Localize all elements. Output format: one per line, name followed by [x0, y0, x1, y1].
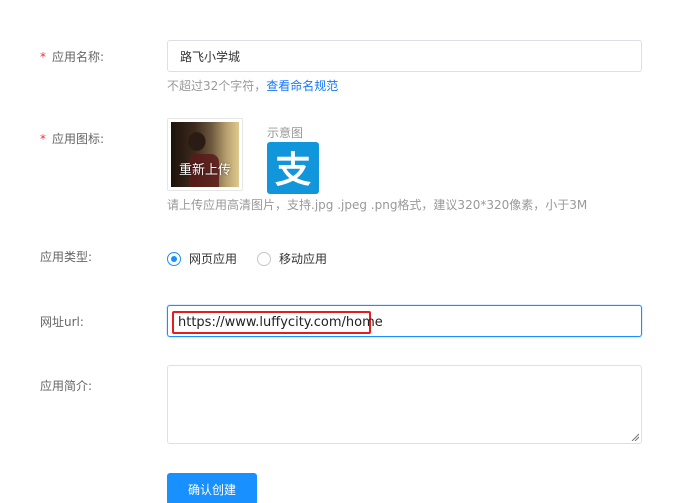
resize-handle-icon[interactable]	[631, 433, 639, 441]
required-mark: *	[40, 50, 46, 64]
url-value: https://www.luffycity.com/home	[178, 315, 383, 330]
app-name-label: * 应用名称:	[40, 50, 105, 64]
required-mark: *	[40, 132, 46, 146]
app-name-input[interactable]: 路飞小学城	[167, 40, 642, 72]
description-label: 应用简介:	[40, 379, 93, 393]
upload-hint: 请上传应用高清图片，支持.jpg .jpeg .png格式，建议320*320像…	[167, 198, 588, 212]
icon-upload[interactable]: 重新上传	[167, 118, 243, 191]
app-type-label: 应用类型:	[40, 250, 93, 264]
radio-dot	[167, 251, 181, 266]
confirm-create-button[interactable]: 确认创建	[167, 473, 257, 503]
radio-mobile-app[interactable]: 移动应用	[257, 250, 327, 267]
alipay-sample-icon: 支	[267, 142, 319, 194]
radio-web-app[interactable]: 网页应用	[167, 250, 237, 267]
naming-rules-link[interactable]: 查看命名规范	[266, 79, 338, 93]
app-name-hint: 不超过32个字符，查看命名规范	[167, 79, 339, 93]
url-value-highlight: https://www.luffycity.com/home	[172, 311, 383, 334]
radio-dot	[257, 251, 271, 266]
alipay-glyph: 支	[275, 150, 311, 191]
app-name-value: 路飞小学城	[180, 49, 241, 64]
create-app-form: * 应用名称: 路飞小学城 不超过32个字符，查看命名规范 * 应用图标: 重新上传…	[0, 0, 679, 503]
description-textarea[interactable]	[167, 365, 642, 444]
url-label: 网址url:	[40, 315, 84, 329]
app-icon-label: * 应用图标:	[40, 132, 105, 146]
sample-label: 示意图	[267, 126, 304, 140]
reupload-button[interactable]: 重新上传	[168, 159, 242, 178]
